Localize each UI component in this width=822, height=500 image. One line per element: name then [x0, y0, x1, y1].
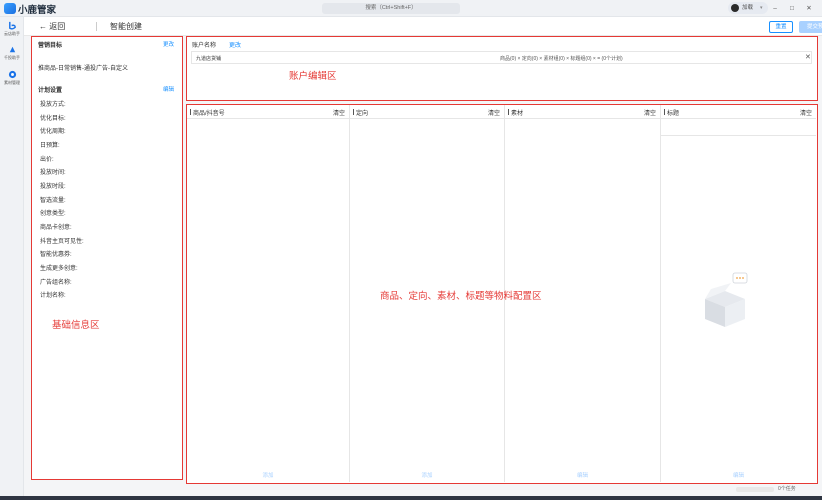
- change-account-link[interactable]: 更改: [229, 40, 241, 49]
- account-row-stats: 商品(0) × 定向(0) × 素材组(0) × 标题组(0) × = (0个计…: [500, 56, 623, 62]
- rail-item-material-manage[interactable]: 素材管理: [0, 70, 24, 86]
- rail-item-qiantou-assistant[interactable]: 千投助手: [0, 45, 24, 61]
- field-label: 投放方式:: [40, 102, 66, 108]
- restore-button[interactable]: □: [787, 3, 797, 14]
- column-products: 商品/抖音号 清空 添加: [187, 105, 350, 482]
- remove-account-button[interactable]: ✕: [805, 53, 811, 61]
- minimize-button[interactable]: –: [770, 3, 780, 14]
- user-name: 加载: [742, 5, 754, 11]
- zone-annotation: 基础信息区: [52, 320, 100, 331]
- account-edit-panel: 账户名称 更改 九道店货铺 商品(0) × 定向(0) × 素材组(0) × 标…: [186, 36, 818, 101]
- field-label: 广告组名称:: [40, 280, 72, 286]
- task-progress-bar: [736, 487, 774, 492]
- zone-annotation: 商品、定向、素材、标题等物料配置区: [380, 291, 542, 302]
- marketing-goal-title: 营销目标: [38, 43, 63, 49]
- close-window-button[interactable]: ✕: [804, 3, 814, 14]
- rocket-icon: [9, 46, 15, 53]
- account-name-label: 账户名称: [192, 43, 217, 49]
- clear-button[interactable]: 清空: [644, 108, 656, 117]
- user-menu[interactable]: 加载 ▾: [728, 2, 768, 14]
- rail-item-label: 云店助手: [4, 31, 20, 36]
- circle-icon: [8, 70, 16, 79]
- page-title: 智能创建: [110, 22, 142, 31]
- title-bar: 小鹿管家 搜索（Ctrl+Shift+F） 加载 ▾ – □ ✕: [0, 0, 822, 17]
- clear-button[interactable]: 清空: [333, 108, 345, 117]
- empty-box-icon: [705, 272, 748, 327]
- material-config-panel: 商品/抖音号 清空 添加 定向 清空 添加 素材 清空 编辑 标题 清空 编辑 …: [186, 104, 818, 484]
- add-button[interactable]: 添加: [187, 471, 349, 479]
- bot-icon: [8, 21, 16, 30]
- rail-item-label: 素材管理: [4, 80, 20, 85]
- column-marker: [353, 109, 354, 115]
- column-title: 标题: [667, 111, 680, 117]
- app-name: 小鹿管家: [18, 5, 57, 16]
- page-header: ← 返回 智能创建 重置 提交预览: [24, 17, 822, 36]
- zone-annotation: 账户编辑区: [289, 71, 337, 82]
- column-header: 标题 清空: [661, 105, 816, 119]
- submit-preview-button[interactable]: 提交预览: [799, 21, 822, 33]
- column-marker: [508, 109, 509, 115]
- account-row: 九道店货铺 商品(0) × 定向(0) × 素材组(0) × 标题组(0) × …: [191, 51, 812, 64]
- field-label: 投放时段:: [40, 184, 66, 190]
- add-button[interactable]: 添加: [350, 471, 504, 479]
- rail-item-cloud-assistant[interactable]: 云店助手: [0, 21, 24, 37]
- column-title: 定向: [356, 111, 369, 117]
- taskbar: [0, 496, 822, 500]
- global-search-input[interactable]: 搜索（Ctrl+Shift+F）: [322, 3, 460, 14]
- field-label: 创意类型:: [40, 211, 66, 217]
- app-logo-icon: [4, 3, 16, 14]
- field-label: 智选流量:: [40, 198, 66, 204]
- edit-button[interactable]: 编辑: [505, 471, 660, 479]
- column-header: 商品/抖音号 清空: [187, 105, 349, 119]
- back-button[interactable]: ← 返回: [39, 21, 65, 32]
- clear-button[interactable]: 清空: [488, 108, 500, 117]
- edit-plan-link[interactable]: 编辑: [163, 85, 174, 93]
- edit-button[interactable]: 编辑: [661, 471, 816, 479]
- task-count[interactable]: 0个任务: [778, 485, 796, 492]
- reset-button[interactable]: 重置: [769, 21, 793, 33]
- field-label: 商品卡创意:: [40, 225, 72, 231]
- field-label: 计划名称:: [40, 293, 66, 299]
- column-header: 定向 清空: [350, 105, 504, 119]
- field-label: 日预算:: [40, 143, 60, 149]
- column-title: 商品/抖音号: [193, 111, 225, 117]
- column-marker: [190, 109, 191, 115]
- plan-settings-title: 计划设置: [38, 88, 63, 94]
- avatar: [731, 4, 739, 12]
- field-label: 智能优惠券:: [40, 252, 72, 258]
- field-label: 优化周期:: [40, 129, 66, 135]
- chevron-down-icon: ▾: [760, 5, 763, 11]
- column-header: 素材 清空: [505, 105, 660, 119]
- field-label: 生成更多创意:: [40, 266, 78, 272]
- app-rail: 云店助手 千投助手 素材管理: [0, 17, 24, 500]
- column-title: 素材: [511, 111, 524, 117]
- account-row-name: 九道店货铺: [196, 56, 222, 62]
- rail-item-label: 千投助手: [4, 55, 20, 60]
- field-label: 出价:: [40, 157, 54, 163]
- divider: [661, 135, 816, 136]
- clear-button[interactable]: 清空: [800, 108, 812, 117]
- column-marker: [664, 109, 665, 115]
- field-label: 抖音主页可见性:: [40, 239, 84, 245]
- divider: [96, 22, 97, 31]
- change-goal-link[interactable]: 更改: [163, 40, 174, 48]
- basic-info-panel: 营销目标 更改 推商品-日常销售-通投广告-自定义 计划设置 编辑 投放方式: …: [31, 36, 183, 480]
- marketing-goal-value: 推商品-日常销售-通投广告-自定义: [38, 66, 128, 72]
- field-label: 优化目标:: [40, 116, 66, 122]
- field-label: 投放时间:: [40, 170, 66, 176]
